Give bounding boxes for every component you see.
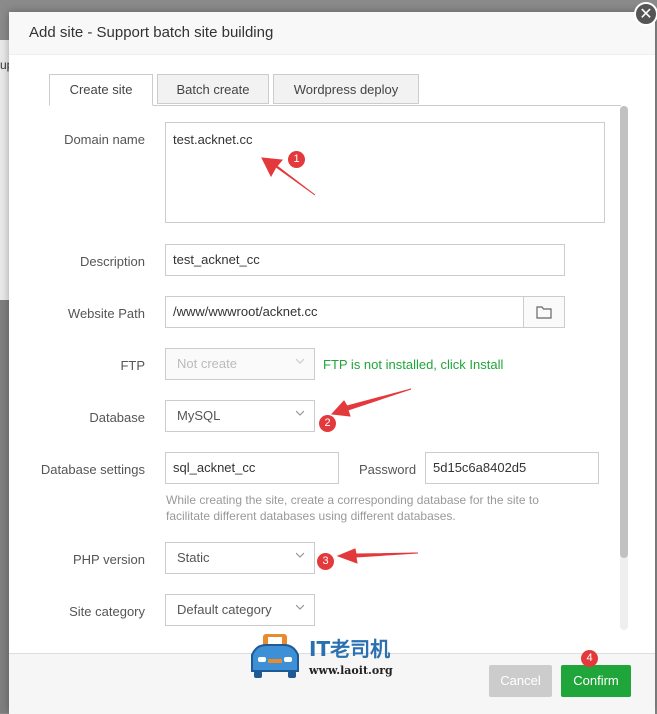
site-category-select[interactable]: Default category (165, 594, 315, 626)
annotation-badge-1: 1 (288, 151, 305, 168)
db-name-input[interactable]: sql_acknet_cc (165, 452, 339, 484)
add-site-dialog: Add site - Support batch site building C… (9, 12, 655, 714)
website-path-label: Website Path (67, 306, 145, 321)
folder-browse-button[interactable] (523, 296, 565, 328)
ftp-install-link[interactable]: FTP is not installed, click Install (323, 357, 503, 372)
database-label: Database (89, 410, 145, 425)
description-input[interactable]: test_acknet_cc (165, 244, 565, 276)
database-select-value: MySQL (177, 408, 221, 423)
description-label: Description (79, 254, 145, 269)
confirm-button[interactable]: Confirm (561, 665, 631, 697)
chevron-down-icon (296, 552, 304, 558)
annotation-badge-4: 4 (581, 650, 598, 667)
watermark: IT老司机 www.laoit.org (246, 631, 416, 681)
tab-batch-create[interactable]: Batch create (157, 74, 269, 104)
chevron-down-icon (296, 604, 304, 610)
watermark-title: IT老司机 (309, 637, 391, 661)
php-version-select[interactable]: Static (165, 542, 315, 574)
ftp-select-value: Not create (177, 356, 237, 371)
dialog-title: Add site - Support batch site building (9, 12, 655, 55)
cancel-button[interactable]: Cancel (489, 665, 552, 697)
db-settings-label: Database settings (40, 462, 145, 477)
annotation-badge-3: 3 (317, 553, 334, 570)
tab-wordpress-deploy[interactable]: Wordpress deploy (273, 74, 419, 104)
site-category-value: Default category (177, 602, 272, 617)
watermark-url: www.laoit.org (309, 664, 393, 677)
password-label: Password (359, 462, 417, 477)
database-select[interactable]: MySQL (165, 400, 315, 432)
db-password-input[interactable]: 5d15c6a8402d5 (425, 452, 599, 484)
ftp-select: Not create (165, 348, 315, 380)
site-category-label: Site category (69, 604, 145, 619)
folder-icon (536, 306, 552, 319)
chevron-down-icon (296, 410, 304, 416)
close-icon[interactable]: ✕ (634, 2, 657, 26)
domain-label: Domain name (64, 132, 145, 147)
db-settings-hint: While creating the site, create a corres… (166, 493, 539, 523)
scrollbar-thumb[interactable] (620, 106, 628, 558)
website-path-input[interactable]: /www/wwwroot/acknet.cc (165, 296, 525, 328)
car-logo-icon (251, 634, 299, 678)
ftp-label: FTP (120, 358, 145, 373)
php-version-label: PHP version (72, 552, 145, 567)
domain-textarea[interactable]: test.acknet.cc (165, 122, 605, 223)
php-version-value: Static (177, 550, 210, 565)
tab-create-site[interactable]: Create site (49, 74, 153, 106)
chevron-down-icon (296, 358, 304, 364)
annotation-badge-2: 2 (319, 415, 336, 432)
